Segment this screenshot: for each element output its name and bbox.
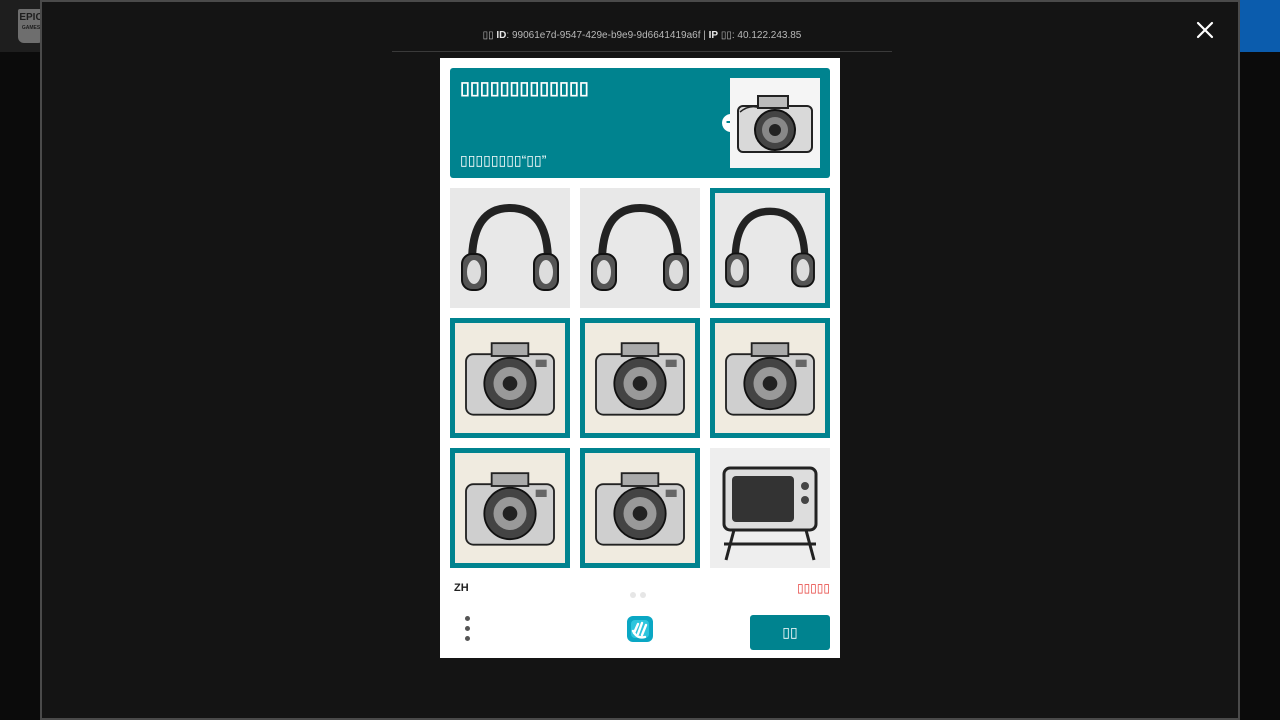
prompt-subtitle: ▯▯▯▯▯▯▯▯“▯▯”	[460, 152, 547, 168]
submit-button[interactable]: ▯▯	[750, 615, 830, 650]
language-selector[interactable]: ZH	[454, 582, 469, 594]
image-tile[interactable]	[710, 318, 830, 438]
page-dot	[630, 592, 636, 598]
image-tile[interactable]	[580, 448, 700, 568]
image-tile[interactable]	[710, 188, 830, 308]
prompt-title: ▯▯▯▯▯▯▯▯▯▯▯▯▯	[460, 78, 589, 98]
menu-dots-icon[interactable]	[460, 616, 474, 646]
hcaptcha-widget: ▯▯▯▯▯▯▯▯▯▯▯▯▯ ▯▯▯▯▯▯▯▯“▯▯” +	[440, 58, 840, 658]
image-tile[interactable]	[580, 188, 700, 308]
challenge-info-line: ▯▯ ID: 99061e7d-9547-429e-b9e9-9d6641419…	[482, 30, 802, 41]
prompt-example-image	[730, 78, 820, 168]
image-tile[interactable]	[450, 318, 570, 438]
close-icon[interactable]	[1194, 19, 1216, 41]
challenge-prompt: ▯▯▯▯▯▯▯▯▯▯▯▯▯ ▯▯▯▯▯▯▯▯“▯▯” +	[450, 68, 830, 178]
page-dot	[640, 592, 646, 598]
image-tile[interactable]	[450, 448, 570, 568]
error-message: ▯▯▯▯▯	[796, 581, 830, 595]
image-tile[interactable]	[450, 188, 570, 308]
background-blue-button	[1238, 0, 1280, 52]
image-tile[interactable]	[580, 318, 700, 438]
image-tile[interactable]	[710, 448, 830, 568]
image-grid	[450, 188, 830, 568]
info-divider	[392, 51, 892, 52]
captcha-footer-row: ZH ▯▯▯▯▯	[454, 580, 830, 598]
page-dots	[630, 585, 650, 603]
captcha-modal: ▯▯ ID: 99061e7d-9547-429e-b9e9-9d6641419…	[40, 0, 1240, 720]
hcaptcha-logo-icon[interactable]	[623, 612, 657, 646]
